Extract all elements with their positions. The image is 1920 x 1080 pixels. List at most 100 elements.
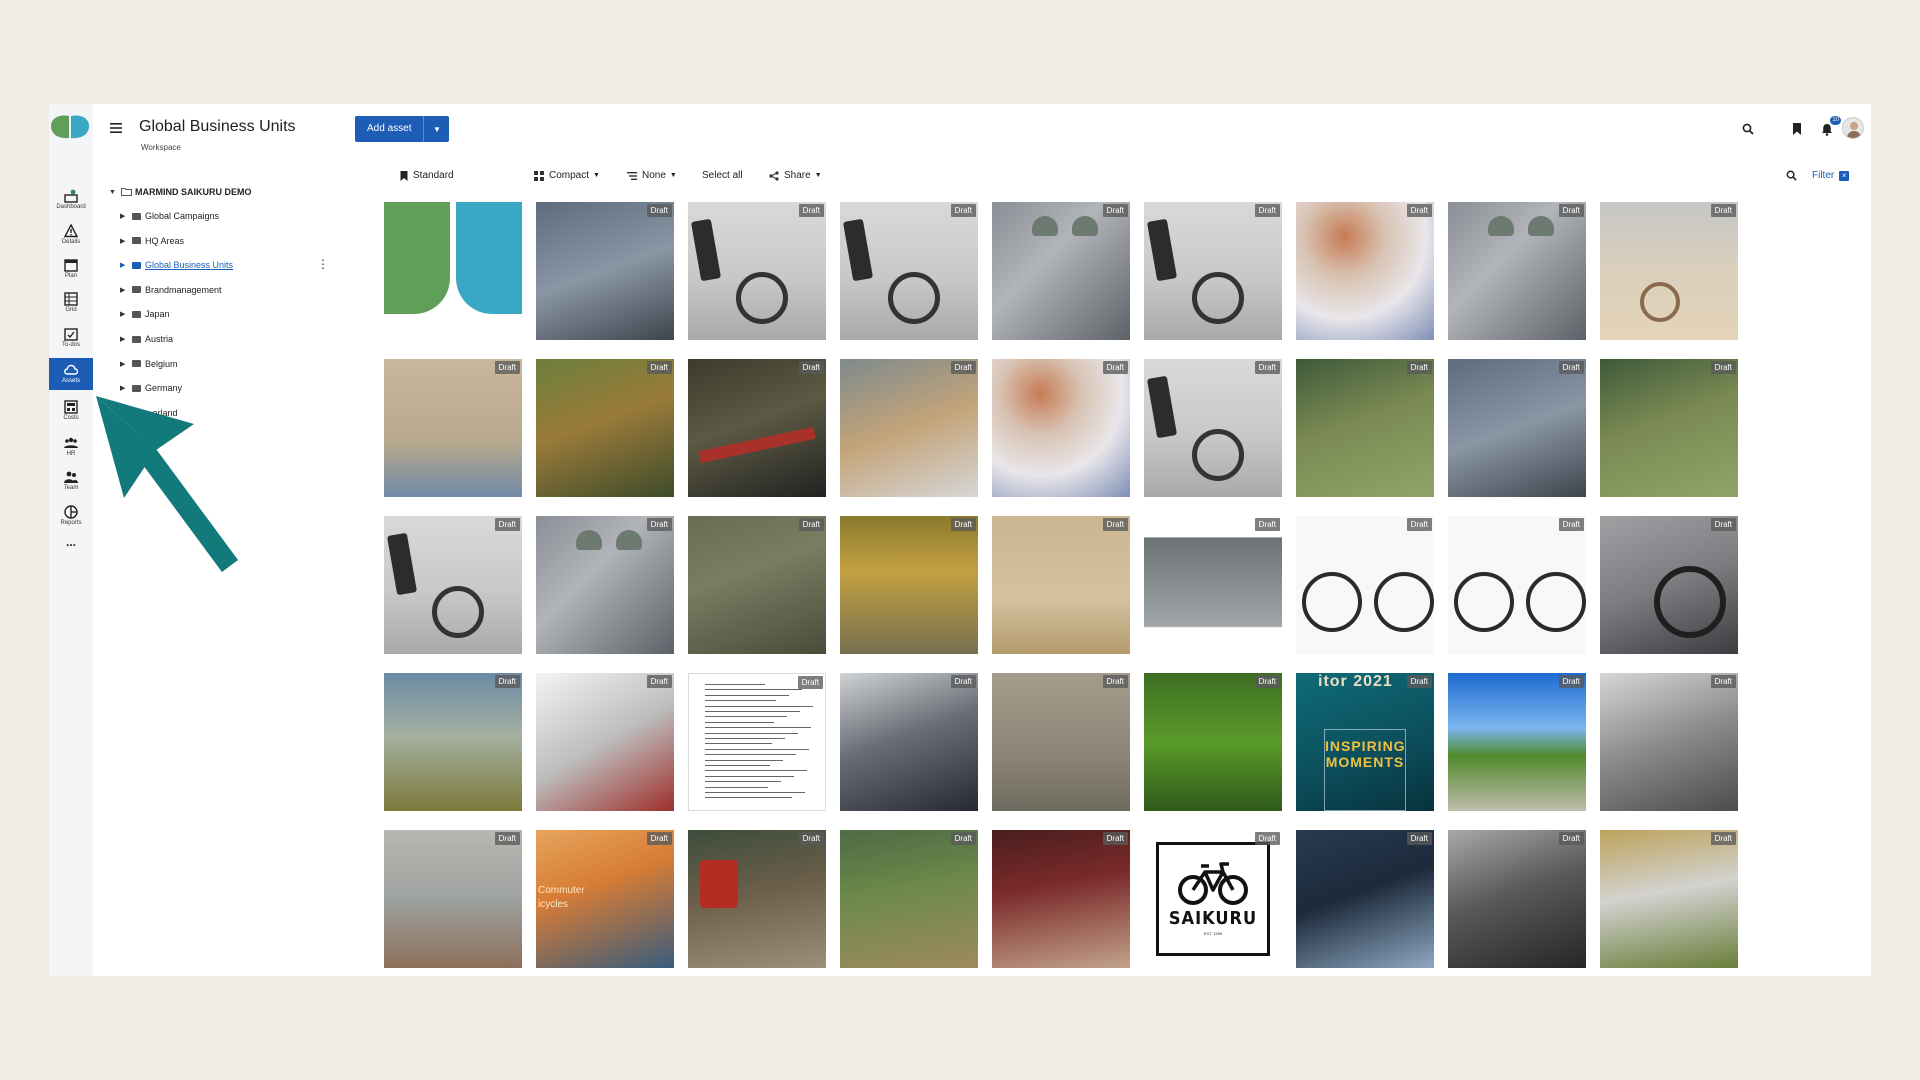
asset-tile[interactable]: Draft: [992, 830, 1130, 968]
asset-tile[interactable]: Draft: [1448, 202, 1586, 340]
tree-item[interactable]: ▶ HQ Areas: [120, 234, 184, 248]
asset-tile[interactable]: Draft: [688, 359, 826, 497]
rail-more-icon[interactable]: ...: [49, 534, 93, 550]
asset-tile[interactable]: Draft: [1144, 673, 1282, 811]
rail-item-costs[interactable]: Costs: [49, 395, 93, 427]
rail-item-to-dos[interactable]: To-dos: [49, 322, 93, 354]
asset-tile[interactable]: Draft: [992, 673, 1130, 811]
asset-tile[interactable]: Draft: [840, 359, 978, 497]
asset-tile[interactable]: Draft: [688, 516, 826, 654]
asset-tile[interactable]: Draft: [384, 673, 522, 811]
asset-tile[interactable]: Draft: [384, 830, 522, 968]
asset-tile[interactable]: Draft: [536, 202, 674, 340]
rail-item-grid[interactable]: Grid: [49, 287, 93, 319]
draft-badge: Draft: [1254, 832, 1280, 845]
marmind-logo[interactable]: [50, 114, 90, 140]
layout-dropdown[interactable]: Compact ▼: [534, 170, 600, 181]
tree-item[interactable]: ▶ Global Campaigns: [120, 209, 219, 223]
asset-tile[interactable]: Draft: [1600, 830, 1738, 968]
add-asset-button[interactable]: Add asset ▼: [355, 116, 450, 142]
asset-tile[interactable]: Draft: [992, 202, 1130, 340]
asset-tile[interactable]: Draft: [840, 202, 978, 340]
asset-tile[interactable]: Draft: [384, 516, 522, 654]
asset-tile[interactable]: Draft: [688, 830, 826, 968]
asset-tile[interactable]: Draft: [688, 202, 826, 340]
rail-item-plan[interactable]: Plan: [49, 253, 93, 285]
tree-item[interactable]: ▶ Japan: [120, 307, 170, 321]
rail-item-details[interactable]: Details: [49, 219, 93, 251]
bookmark-icon[interactable]: [1787, 119, 1807, 139]
asset-tile[interactable]: Draft: [1296, 202, 1434, 340]
tree-item[interactable]: ▶ Brandmanagement: [120, 283, 222, 297]
expand-icon[interactable]: ▶: [120, 335, 132, 343]
asset-tile[interactable]: SAIKURU EST. 1999 Draft: [1144, 830, 1282, 968]
asset-tile[interactable]: Draft: [1448, 516, 1586, 654]
select-all-button[interactable]: Select all: [702, 170, 743, 181]
tree-item[interactable]: ▶ Global Business Units: [120, 258, 233, 272]
filter-button[interactable]: Filter ×: [1812, 170, 1850, 181]
expand-icon[interactable]: ▶: [120, 261, 132, 269]
expand-icon[interactable]: ▶: [120, 409, 132, 417]
tree-item[interactable]: ▶ Belgium: [120, 357, 178, 371]
asset-tile[interactable]: Draft: [840, 516, 978, 654]
folder-panel: Global Business Units Workspace ▼ MARMIN…: [93, 104, 353, 976]
draft-badge: Draft: [950, 361, 976, 374]
expand-icon[interactable]: ▶: [120, 212, 132, 220]
folder-icon: [132, 384, 141, 392]
expand-icon[interactable]: ▶: [120, 360, 132, 368]
asset-tile[interactable]: Draft: [1600, 202, 1738, 340]
asset-tile[interactable]: Draft: [384, 202, 522, 340]
filter-clear-icon[interactable]: ×: [1839, 170, 1850, 181]
asset-search-icon[interactable]: [1786, 170, 1802, 181]
user-avatar[interactable]: [1842, 117, 1864, 139]
asset-tile[interactable]: Draft: [1144, 359, 1282, 497]
share-label: Share: [784, 170, 811, 181]
global-search-icon[interactable]: [1738, 119, 1758, 139]
expand-icon[interactable]: ▶: [120, 286, 132, 294]
kebab-menu-icon[interactable]: ⋮: [317, 258, 329, 270]
collapse-icon[interactable]: ▼: [109, 189, 121, 196]
asset-tile[interactable]: Draft: [688, 673, 826, 811]
asset-tile[interactable]: Draft: [536, 516, 674, 654]
asset-tile[interactable]: Draft: [1600, 359, 1738, 497]
menu-icon[interactable]: [110, 123, 122, 133]
asset-tile[interactable]: Draft: [1600, 673, 1738, 811]
asset-tile[interactable]: Draft: [1600, 516, 1738, 654]
tree-root[interactable]: ▼ MARMIND SAIKURU DEMO: [109, 187, 252, 197]
add-asset-label[interactable]: Add asset: [355, 116, 425, 142]
asset-tile[interactable]: itor 2021 INSPIRING MOMENTS Draft: [1296, 673, 1434, 811]
group-dropdown[interactable]: None ▼: [627, 170, 677, 181]
share-dropdown[interactable]: Share ▼: [769, 170, 822, 181]
asset-tile[interactable]: Commuter icycles Draft: [536, 830, 674, 968]
rail-item-team[interactable]: Team: [49, 465, 93, 497]
asset-tile[interactable]: Draft: [1448, 673, 1586, 811]
tree-item[interactable]: ▶ Austria: [120, 332, 173, 346]
asset-tile[interactable]: Draft: [992, 359, 1130, 497]
expand-icon[interactable]: ▶: [120, 384, 132, 392]
asset-tile[interactable]: Draft: [1144, 202, 1282, 340]
expand-icon[interactable]: ▶: [120, 310, 132, 318]
asset-tile[interactable]: Draft: [1448, 830, 1586, 968]
rail-item-dashboard[interactable]: Dashboard: [49, 184, 93, 216]
add-asset-dropdown-icon[interactable]: ▼: [424, 116, 449, 142]
rail-item-assets[interactable]: Assets: [49, 358, 93, 390]
asset-tile[interactable]: Draft: [384, 359, 522, 497]
asset-tile[interactable]: Draft: [1296, 830, 1434, 968]
draft-badge: Draft: [1254, 204, 1280, 217]
asset-tile[interactable]: Draft: [1296, 516, 1434, 654]
asset-tile[interactable]: Draft: [1448, 359, 1586, 497]
rail-item-hr[interactable]: HR: [49, 431, 93, 463]
expand-icon[interactable]: ▶: [120, 237, 132, 245]
tree-item[interactable]: ▶ Germany: [120, 381, 182, 395]
asset-tile[interactable]: Draft: [536, 359, 674, 497]
asset-tile[interactable]: Draft: [992, 516, 1130, 654]
asset-tile[interactable]: Draft: [840, 673, 978, 811]
asset-tile[interactable]: Draft: [1144, 516, 1282, 654]
asset-tile[interactable]: Draft: [840, 830, 978, 968]
notifications-icon[interactable]: 10: [1817, 116, 1841, 139]
tree-item[interactable]: ▶ ...erland: [120, 406, 178, 420]
rail-item-reports[interactable]: Reports: [49, 500, 93, 532]
asset-tile[interactable]: Draft: [1296, 359, 1434, 497]
view-standard[interactable]: Standard: [400, 170, 454, 181]
asset-tile[interactable]: Draft: [536, 673, 674, 811]
